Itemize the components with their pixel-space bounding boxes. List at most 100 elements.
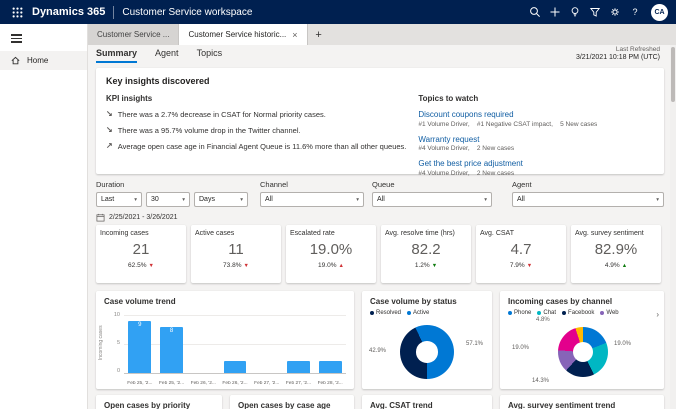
channel-donut-chart[interactable] <box>558 327 608 377</box>
duration-count-select[interactable]: 30 ▾ <box>146 192 190 207</box>
insight-item: ↘ There was a 95.7% volume drop in the T… <box>106 126 410 135</box>
x-axis-label: Feb 27, '2... <box>283 381 315 386</box>
avatar[interactable]: CA <box>651 4 668 21</box>
select-value: All <box>377 196 385 203</box>
donut-percentage-label: 42.9% <box>369 348 386 354</box>
case-status-donut-chart[interactable] <box>400 325 454 379</box>
trend-down-icon: ▼ <box>527 263 532 269</box>
legend: Resolved Active <box>362 306 492 316</box>
topic-link[interactable]: Discount coupons required <box>418 110 654 119</box>
kpi-card[interactable]: Active cases1173.8%▼ <box>191 225 281 283</box>
settings-gear-icon[interactable] <box>605 2 625 22</box>
kpi-card[interactable]: Avg. CSAT4.77.9%▼ <box>476 225 566 283</box>
chevron-down-icon: ▾ <box>240 197 243 203</box>
last-refreshed: Last Refreshed 3/21/2021 10:18 PM (UTC) <box>576 46 660 61</box>
bar[interactable]: 8 <box>160 327 183 373</box>
x-axis-label: Feb 25, '2... <box>156 381 188 386</box>
x-axis-label: Feb 26, '2... <box>219 381 251 386</box>
kpi-change: 62.5%▼ <box>100 262 182 269</box>
donut-hole <box>573 342 593 362</box>
donut-percentage-label: 19.0% <box>512 345 529 351</box>
channel-select[interactable]: All ▾ <box>260 192 364 207</box>
tab-summary[interactable]: Summary <box>96 48 137 63</box>
legend-item[interactable]: Chat <box>537 310 556 316</box>
last-refreshed-label: Last Refreshed <box>576 46 660 53</box>
agent-select[interactable]: All ▾ <box>512 192 664 207</box>
chart-title: Incoming cases by channel <box>500 291 664 306</box>
bar[interactable]: 9 <box>128 321 151 373</box>
tab-agent[interactable]: Agent <box>155 48 179 63</box>
tab-customer-service-historical[interactable]: Customer Service historic... × <box>179 24 307 45</box>
kpi-title: Active cases <box>195 230 277 237</box>
last-refreshed-value: 3/21/2021 10:18 PM (UTC) <box>576 54 660 61</box>
bar[interactable] <box>319 361 342 373</box>
svg-text:?: ? <box>632 7 637 17</box>
trend-down-icon: ↘ <box>106 126 113 134</box>
queue-select[interactable]: All ▾ <box>372 192 492 207</box>
kpi-card[interactable]: Escalated rate19.0%19.0%▲ <box>286 225 376 283</box>
legend-item[interactable]: Facebook <box>562 310 594 316</box>
legend-item[interactable]: Active <box>407 310 429 316</box>
x-axis-label: Feb 26, '2... <box>187 381 219 386</box>
kpi-change: 4.9%▲ <box>575 262 657 269</box>
bar[interactable] <box>224 361 247 373</box>
kpi-card[interactable]: Avg. survey sentiment82.9%4.9%▲ <box>571 225 661 283</box>
quick-create-icon[interactable] <box>545 2 565 22</box>
insights-panel: Key insights discovered KPI insights ↘ T… <box>96 68 664 174</box>
x-axis-label: Feb 28, '2... <box>314 381 346 386</box>
vertical-scrollbar[interactable] <box>670 45 676 409</box>
bar-slot: 9 <box>124 315 156 373</box>
legend: Phone Chat Facebook Web <box>500 306 664 316</box>
search-icon[interactable] <box>525 2 545 22</box>
trend-down-icon: ▼ <box>243 263 248 269</box>
kpi-card[interactable]: Avg. resolve time (hrs)82.21.2%▼ <box>381 225 471 283</box>
legend-label: Web <box>606 310 618 316</box>
kpi-title: Avg. resolve time (hrs) <box>385 230 467 237</box>
kpi-title: Avg. CSAT <box>480 230 562 237</box>
avg-csat-trend-card: Avg. CSAT trend <box>362 395 492 409</box>
help-icon[interactable]: ? <box>625 2 645 22</box>
sidebar-item-home[interactable]: Home <box>0 51 87 70</box>
tab-customer-service[interactable]: Customer Service ... <box>88 24 179 45</box>
topic-meta: #1 Volume Driver, #1 Negative CSAT impac… <box>418 121 654 128</box>
incoming-cases-by-channel-card: Incoming cases by channel Phone Chat Faceb… <box>500 291 664 389</box>
legend-item[interactable]: Phone <box>508 310 531 316</box>
case-volume-trend-card: Case volume trend Incoming cases 1050 98… <box>96 291 354 389</box>
app-name[interactable]: Dynamics 365 <box>32 6 105 18</box>
scrollbar-thumb[interactable] <box>671 47 675 102</box>
trend-up-icon: ▲ <box>338 263 343 269</box>
bar[interactable] <box>287 361 310 373</box>
tab-label: Customer Service ... <box>97 30 169 39</box>
y-axis-tick: 10 <box>108 312 120 318</box>
trend-down-icon: ↘ <box>106 110 113 118</box>
duration-unit-select[interactable]: Days ▾ <box>194 192 248 207</box>
legend-item[interactable]: Web <box>600 310 618 316</box>
close-tab-icon[interactable]: × <box>292 30 297 40</box>
chart-title: Case volume by status <box>362 291 492 306</box>
tab-topics[interactable]: Topics <box>197 48 223 63</box>
trend-up-icon: ▲ <box>622 263 627 269</box>
filter-icon[interactable] <box>585 2 605 22</box>
hamburger-menu-icon[interactable] <box>0 24 30 51</box>
bar-chart-xlabels: Feb 25, '2...Feb 25, '2...Feb 26, '2...F… <box>124 381 346 386</box>
chart-title: Case volume trend <box>96 291 354 306</box>
bar-value-label: 9 <box>128 322 151 328</box>
topic-meta: #4 Volume Driver, 2 New cases <box>418 170 654 177</box>
topic-link[interactable]: Warranty request <box>418 135 654 144</box>
select-value: All <box>517 196 525 203</box>
chevron-down-icon: ▾ <box>182 197 185 203</box>
x-axis-label: Feb 27, '2... <box>251 381 283 386</box>
gridline <box>124 344 346 345</box>
chart-title: Open cases by priority <box>96 395 222 409</box>
chart-title: Avg. CSAT trend <box>362 395 492 409</box>
insight-item: ↘ There was a 2.7% decrease in CSAT for … <box>106 110 410 119</box>
topic-link[interactable]: Get the best price adjustment <box>418 159 654 168</box>
new-tab-button[interactable]: + <box>308 24 330 45</box>
legend-item[interactable]: Resolved <box>370 310 401 316</box>
kpi-card[interactable]: Incoming cases2162.5%▼ <box>96 225 186 283</box>
legend-more-chevron-icon[interactable]: › <box>656 310 659 319</box>
topics-to-watch-column: Topics to watch Discount coupons require… <box>418 94 654 184</box>
duration-type-select[interactable]: Last ▾ <box>96 192 142 207</box>
app-launcher-icon[interactable] <box>8 3 26 21</box>
lightbulb-icon[interactable] <box>565 2 585 22</box>
